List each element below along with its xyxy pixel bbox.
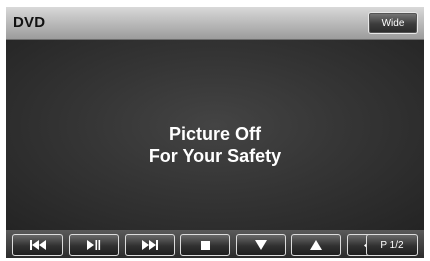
next-track-icon [142,240,158,250]
down-arrow-icon [255,240,267,250]
next-track-button[interactable] [125,234,175,256]
source-title: DVD [13,14,46,31]
stop-icon [200,240,210,250]
wide-button[interactable]: Wide [368,12,418,34]
page-indicator: P 1/2 [380,239,404,251]
down-button[interactable] [236,234,286,256]
control-bar [6,230,424,258]
dvd-screen: DVD Wide Picture Off For Your Safety P 1… [6,7,424,258]
video-area: Picture Off For Your Safety [6,40,424,230]
play-pause-icon [87,240,101,250]
page-button[interactable]: P 1/2 [366,234,418,256]
up-arrow-icon [310,240,322,250]
stop-button[interactable] [180,234,230,256]
safety-message-line1: Picture Off [168,124,261,144]
previous-track-button[interactable] [12,234,63,256]
previous-track-icon [29,240,46,250]
screen-frame: DVD Wide Picture Off For Your Safety P 1… [0,0,430,261]
title-bar: DVD Wide [6,7,424,40]
play-pause-button[interactable] [69,234,119,256]
safety-message-line2: For Your Safety [148,146,282,166]
up-button[interactable] [291,234,341,256]
